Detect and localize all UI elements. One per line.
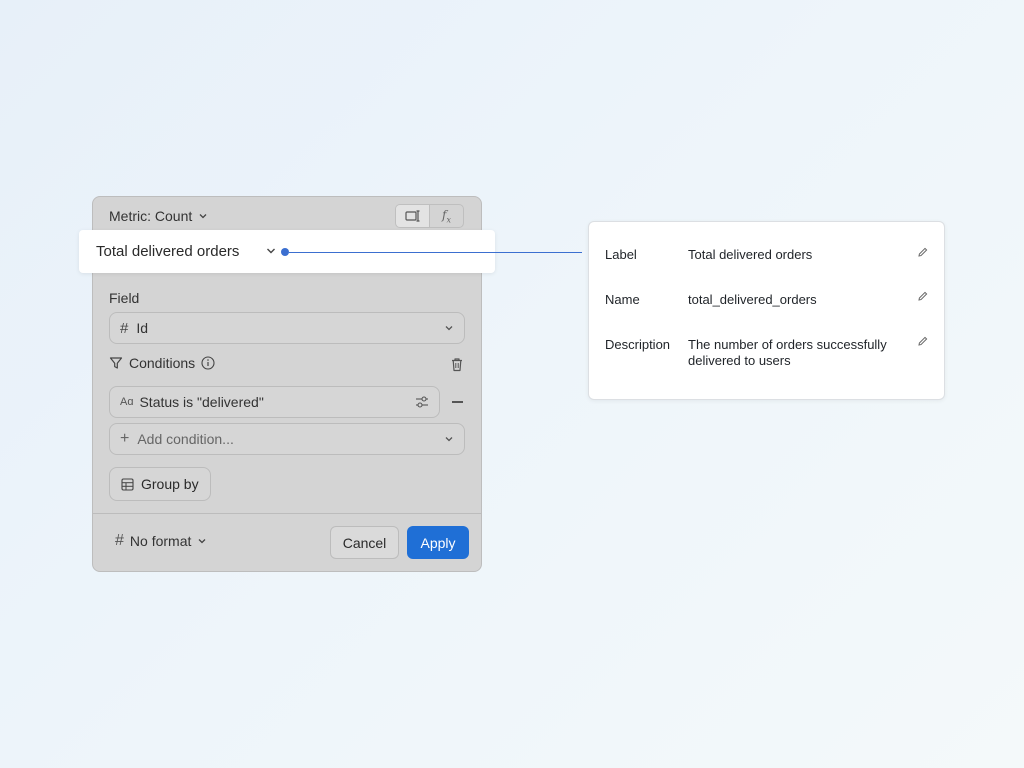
pencil-icon[interactable]	[917, 291, 928, 302]
chevron-down-icon	[445, 326, 453, 331]
pencil-icon[interactable]	[917, 247, 928, 258]
table-icon	[121, 477, 134, 491]
metric-selector[interactable]: Metric: Count	[109, 208, 208, 224]
trash-icon[interactable]	[450, 357, 464, 372]
condition-chip[interactable]: Aɑ Status is "delivered"	[109, 386, 440, 418]
info-icon[interactable]	[201, 356, 215, 370]
hash-icon: #	[115, 532, 124, 549]
format-label: No format	[129, 533, 192, 549]
field-select[interactable]: # Id	[109, 312, 465, 344]
filter-icon	[109, 357, 123, 369]
chevron-down-icon	[198, 539, 206, 544]
pencil-icon[interactable]	[917, 336, 928, 347]
metric-details-card: Label Total delivered orders Name total_…	[588, 221, 945, 400]
conditions-header: Conditions	[109, 355, 215, 371]
condition-text: Status is "delivered"	[139, 394, 264, 410]
remove-condition-icon[interactable]	[452, 401, 463, 403]
connector-anchor-dot	[281, 248, 289, 256]
formula-mode-button[interactable]: fx	[429, 205, 463, 227]
table-icon	[404, 210, 419, 222]
sliders-icon[interactable]	[415, 395, 429, 409]
chevron-down-icon	[445, 437, 453, 442]
add-condition-placeholder: Add condition...	[137, 431, 234, 447]
group-by-button[interactable]: Group by	[109, 467, 211, 501]
metric-label-title: Total delivered orders	[96, 243, 240, 260]
chevron-down-icon	[267, 248, 275, 254]
field-section-label: Field	[109, 290, 140, 306]
function-icon: fx	[442, 207, 451, 225]
group-by-label: Group by	[141, 476, 199, 492]
name-key: Name	[605, 292, 640, 307]
apply-button[interactable]: Apply	[407, 526, 469, 559]
simple-mode-button[interactable]	[396, 205, 429, 227]
name-value: total_delivered_orders	[688, 292, 817, 307]
connector-line	[289, 252, 582, 253]
metric-selector-label: Metric: Count	[109, 208, 193, 224]
description-value: The number of orders successfully delive…	[688, 337, 887, 368]
mode-toggle: fx	[395, 204, 464, 228]
label-key: Label	[605, 247, 637, 262]
conditions-label: Conditions	[129, 355, 196, 371]
cancel-button[interactable]: Cancel	[330, 526, 399, 559]
label-value: Total delivered orders	[688, 247, 813, 262]
hash-icon: #	[120, 319, 129, 337]
footer-divider	[93, 513, 481, 514]
description-key: Description	[605, 337, 671, 352]
chevron-down-icon	[199, 214, 207, 219]
format-selector[interactable]: # No format	[115, 532, 207, 550]
text-type-icon: Aɑ	[120, 396, 134, 408]
field-select-value: Id	[136, 320, 149, 336]
plus-icon: +	[120, 430, 130, 447]
add-condition-select[interactable]: + Add condition...	[109, 423, 465, 455]
